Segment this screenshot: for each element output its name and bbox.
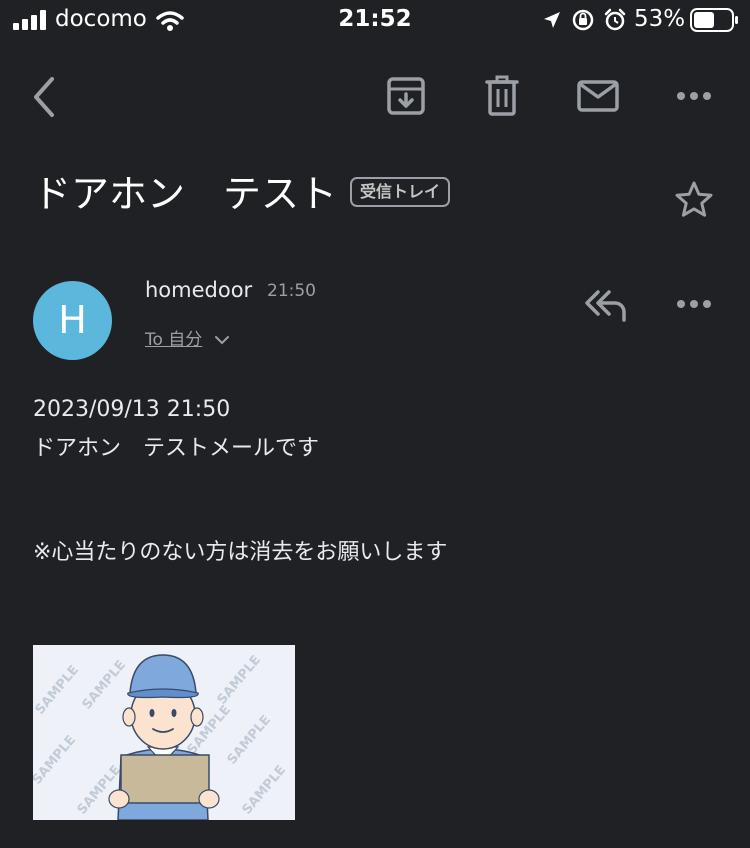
location-arrow-icon	[544, 12, 560, 28]
back-button[interactable]	[28, 75, 60, 119]
more-options-button[interactable]	[676, 90, 712, 102]
star-button[interactable]	[674, 180, 714, 220]
alarm-icon	[604, 8, 626, 31]
mark-unread-button[interactable]	[577, 80, 619, 112]
watermark-text: SAMPLE	[80, 658, 129, 713]
body-line-date: 2023/09/13 21:50	[33, 397, 231, 422]
watermark-text: SAMPLE	[240, 763, 289, 818]
inbox-label-chip[interactable]: 受信トレイ	[350, 177, 451, 207]
battery-icon	[690, 8, 738, 32]
delete-button[interactable]	[485, 74, 519, 116]
message-more-button[interactable]	[676, 298, 712, 310]
body-line-notice: ※心当たりのない方は消去をお願いします	[33, 540, 448, 565]
sender-avatar[interactable]: H	[33, 281, 112, 360]
watermark-text: SAMPLE	[215, 653, 264, 708]
watermark-text: SAMPLE	[33, 663, 82, 718]
watermark-text: SAMPLE	[225, 713, 274, 768]
status-bar: docomo 21:52 53%	[0, 0, 750, 42]
watermark-text: SAMPLE	[33, 733, 79, 788]
battery-percent: 53%	[634, 6, 686, 32]
recipient-details-link[interactable]: To 自分	[145, 325, 202, 350]
email-subject: ドアホン テスト	[33, 172, 338, 216]
body-line-message: ドアホン テストメールです	[33, 436, 320, 461]
email-toolbar	[0, 62, 750, 132]
attachment-image[interactable]: SAMPLE SAMPLE SAMPLE SAMPLE SAMPLE SAMPL…	[33, 645, 295, 820]
email-time: 21:50	[267, 281, 316, 301]
sender-name: homedoor	[145, 278, 253, 302]
reply-all-button[interactable]	[584, 288, 628, 322]
archive-button[interactable]	[386, 76, 426, 116]
rotation-lock-icon	[572, 9, 594, 31]
chevron-down-icon[interactable]	[215, 335, 229, 345]
delivery-person-illustration: SAMPLE SAMPLE SAMPLE SAMPLE SAMPLE SAMPL…	[33, 653, 289, 820]
